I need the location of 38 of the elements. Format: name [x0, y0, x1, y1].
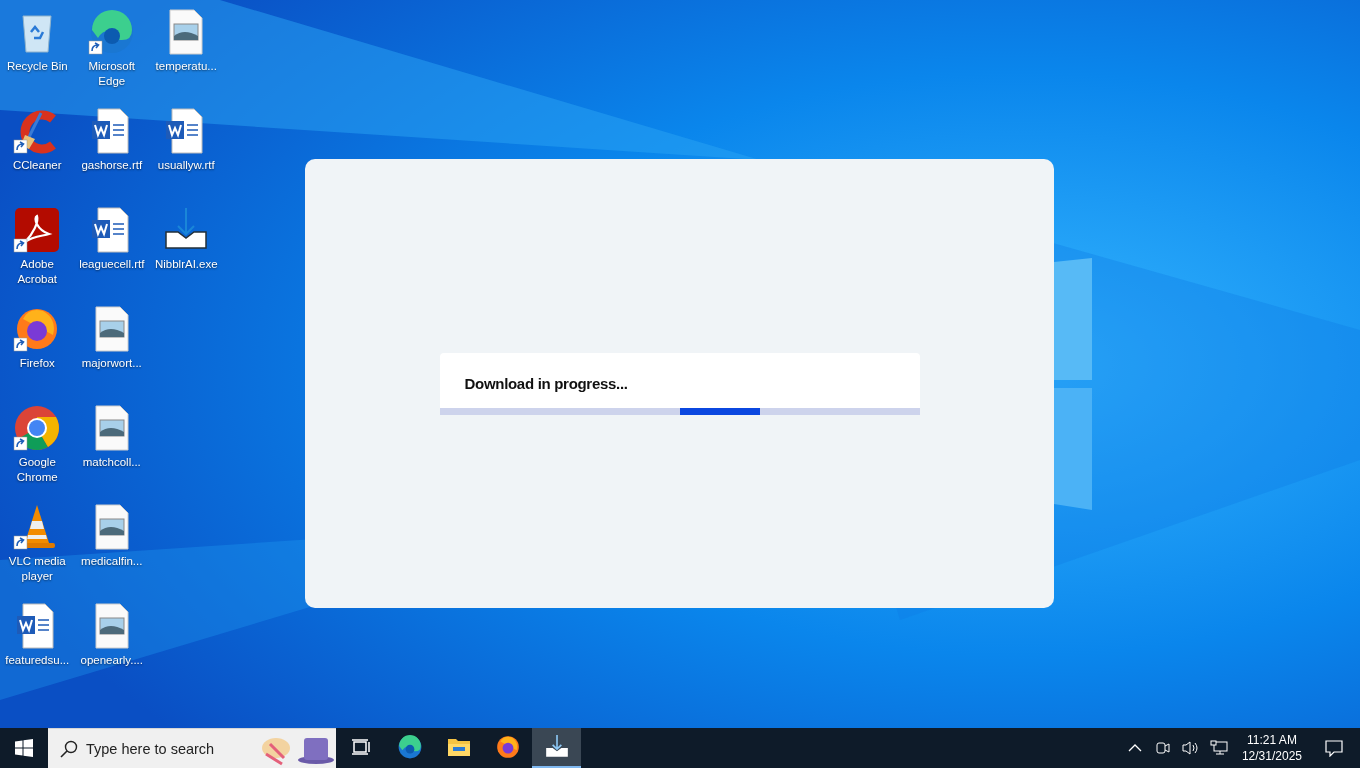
desktop-icon-label[interactable]: majorwort...: [74, 356, 149, 371]
task-view-icon: [350, 737, 371, 757]
acrobat-icon[interactable]: [13, 206, 62, 254]
desktop-icon-label[interactable]: gashorse.rtf: [74, 158, 149, 173]
desktop-icon-label[interactable]: medicalfin...: [74, 554, 149, 569]
desktop-icon-label[interactable]: featuredsu...: [0, 653, 75, 668]
firefox-icon: [494, 734, 521, 760]
volume-icon[interactable]: [1181, 740, 1200, 756]
chrome-icon[interactable]: [13, 404, 62, 452]
desktop-icon-label[interactable]: openearly....: [74, 653, 149, 668]
desktop-icon-label[interactable]: CCleaner: [0, 158, 75, 173]
desktop-icon-label[interactable]: Microsoft Edge: [74, 59, 149, 89]
desktop-icon-label[interactable]: Google Chrome: [0, 455, 75, 485]
clock[interactable]: 11:21 AM 12/31/2025: [1235, 732, 1308, 764]
desktop-icon-label[interactable]: leaguecell.rtf: [74, 257, 149, 272]
camera-icon[interactable]: [1154, 740, 1171, 756]
desktop-icon-label[interactable]: Adobe Acrobat: [0, 257, 75, 287]
taskbar-app-button[interactable]: [532, 728, 581, 768]
desktop-icon-label[interactable]: matchcoll...: [74, 455, 149, 470]
progress-message: Download in progress...: [463, 374, 629, 392]
download-tray-icon: [543, 734, 570, 760]
search-field[interactable]: Type here to search: [48, 728, 336, 768]
search-icon: [60, 739, 78, 758]
notification-icon[interactable]: [1325, 739, 1343, 757]
clock-time: 11:21 AM: [1247, 732, 1297, 748]
desktop-icon-label[interactable]: VLC media player: [0, 554, 75, 584]
network-icon[interactable]: [1209, 740, 1228, 756]
desktop-icon-label[interactable]: temperatu...: [149, 59, 224, 74]
edge-icon: [396, 734, 423, 760]
folder-icon: [446, 736, 471, 758]
desktop-icon-label[interactable]: usuallyw.rtf: [149, 158, 224, 173]
desktop-icon-label[interactable]: Firefox: [0, 356, 75, 371]
edge-icon[interactable]: [87, 8, 136, 56]
desktop-icon-label[interactable]: Recycle Bin: [0, 59, 75, 74]
chevron-up-icon[interactable]: [1127, 744, 1142, 752]
windows-logo-icon: [15, 739, 33, 757]
clock-date: 12/31/2025: [1241, 748, 1302, 764]
desktop-icon-label[interactable]: NibblrAI.exe: [149, 257, 224, 272]
